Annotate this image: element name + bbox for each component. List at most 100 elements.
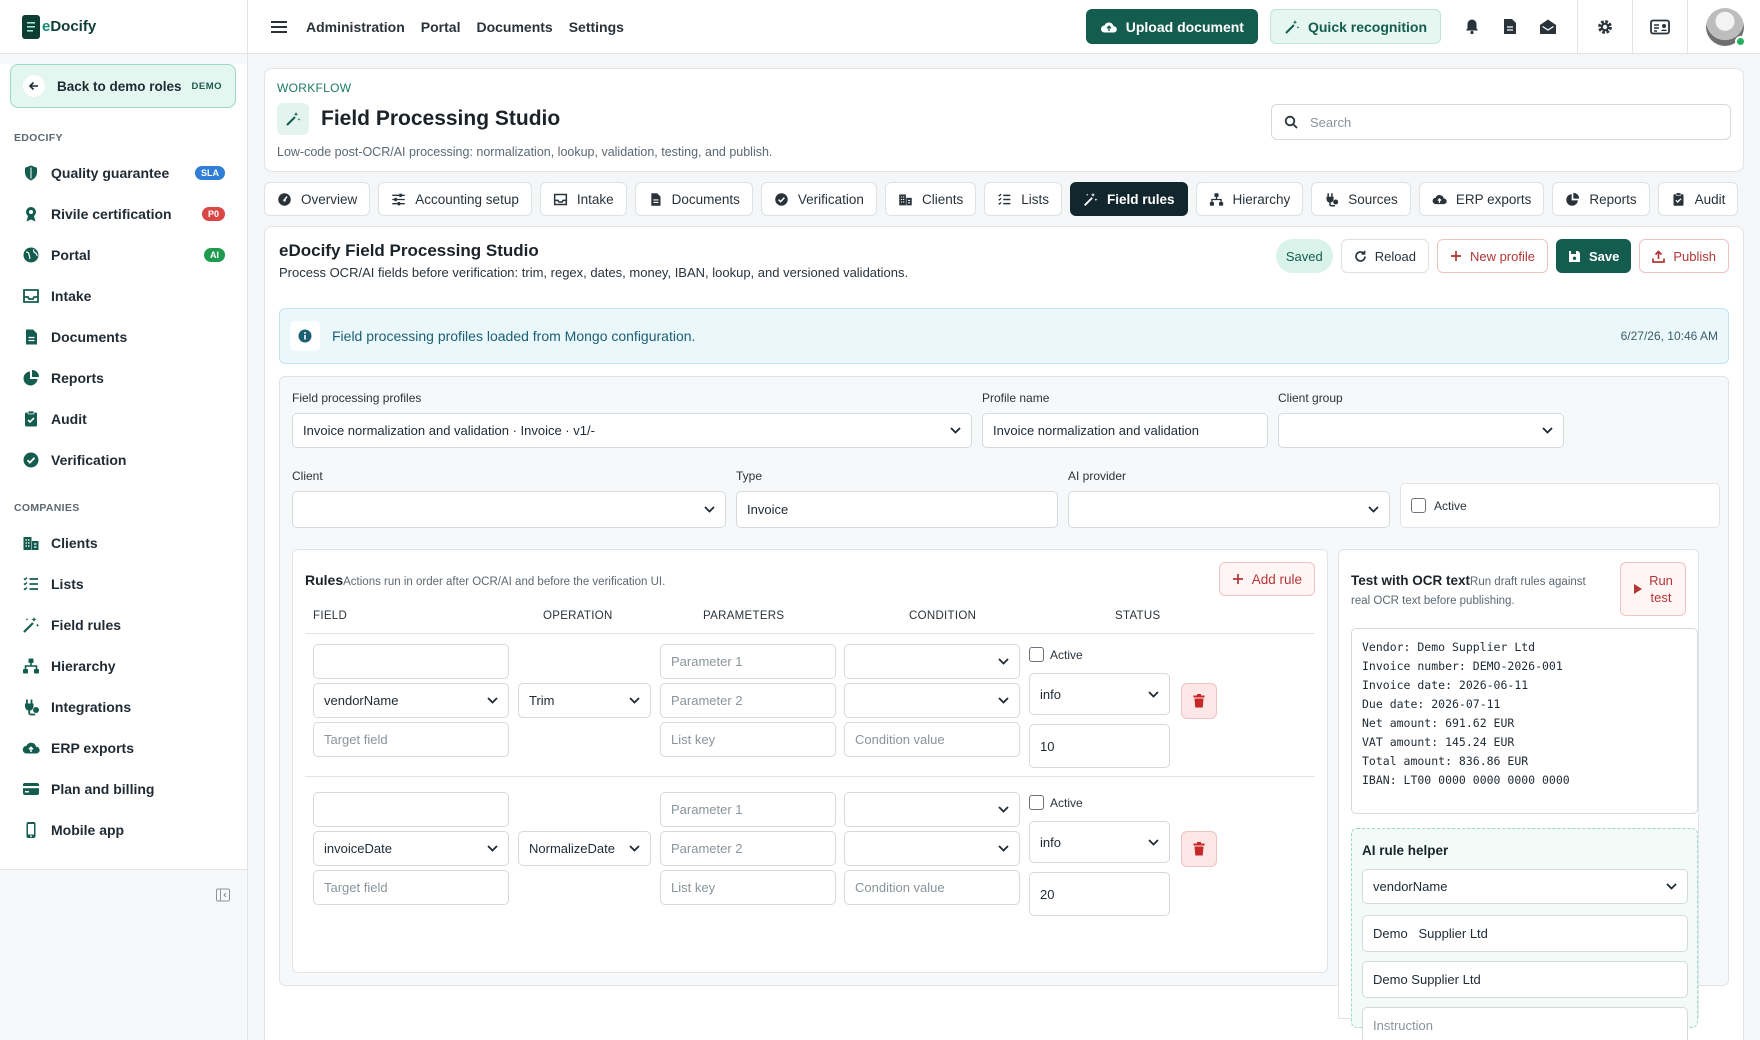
nav-settings[interactable]: Settings <box>569 19 624 35</box>
gear-icon[interactable] <box>1578 18 1632 36</box>
sidebar-item-field-rules[interactable]: Field rules <box>0 604 247 645</box>
nav-administration[interactable]: Administration <box>306 19 405 35</box>
rule-field-top-input[interactable] <box>313 644 509 679</box>
severity-select[interactable]: info <box>1029 821 1170 863</box>
condition-value-input[interactable]: Condition value <box>844 722 1020 757</box>
sidebar-item-verification[interactable]: Verification <box>0 439 247 480</box>
sidebar-item-rivile-certification[interactable]: Rivile certification P0 <box>0 193 247 234</box>
sidebar-item-audit[interactable]: Audit <box>0 398 247 439</box>
tab-hierarchy[interactable]: Hierarchy <box>1195 182 1304 216</box>
sidebar-item-documents[interactable]: Documents <box>0 316 247 357</box>
tab-lists[interactable]: Lists <box>984 182 1062 216</box>
profile-active-toggle[interactable]: Active <box>1400 483 1720 528</box>
avatar[interactable] <box>1706 7 1746 47</box>
back-to-demo-roles-button[interactable]: Back to demo roles DEMO <box>10 64 236 108</box>
tab-erp-exports[interactable]: ERP exports <box>1418 182 1545 216</box>
order-input[interactable]: 10 <box>1029 724 1170 768</box>
run-test-button[interactable]: Run test <box>1620 562 1686 616</box>
condition-operator-select[interactable] <box>844 831 1020 866</box>
upload-document-button[interactable]: Upload document <box>1085 9 1258 44</box>
condition-value-input[interactable]: Condition value <box>844 870 1020 905</box>
profiles-select[interactable]: Invoice normalization and validation · I… <box>292 413 972 448</box>
save-button[interactable]: Save <box>1555 239 1632 273</box>
mail-open-icon[interactable] <box>1529 18 1567 35</box>
id-card-icon[interactable] <box>1633 19 1687 35</box>
tab-sources[interactable]: Sources <box>1311 182 1411 216</box>
sidebar-item-quality-guarantee[interactable]: Quality guarantee SLA <box>0 152 247 193</box>
tab-overview[interactable]: Overview <box>264 182 371 216</box>
severity-select[interactable]: info <box>1029 673 1170 715</box>
helper-field-select[interactable]: vendorName <box>1362 869 1688 904</box>
list-key-input[interactable]: List key <box>660 722 836 757</box>
operation-select[interactable]: NormalizeDate <box>518 831 651 866</box>
sidebar-item-reports[interactable]: Reports <box>0 357 247 398</box>
delete-rule-button[interactable] <box>1181 683 1217 719</box>
ai-provider-select[interactable] <box>1068 491 1390 528</box>
nav-documents[interactable]: Documents <box>476 19 552 35</box>
tab-audit[interactable]: Audit <box>1657 182 1739 216</box>
sidebar-item-mobile-app[interactable]: Mobile app <box>0 809 247 850</box>
new-profile-button[interactable]: New profile <box>1436 239 1548 273</box>
condition-select[interactable] <box>844 792 1020 827</box>
delete-rule-button[interactable] <box>1181 831 1217 867</box>
operation-select[interactable]: Trim <box>518 683 651 718</box>
parameter-2-input[interactable]: Parameter 2 <box>660 683 836 718</box>
nav-portal[interactable]: Portal <box>421 19 461 35</box>
tab-clients[interactable]: Clients <box>884 182 977 216</box>
sidebar-item-erp-exports[interactable]: ERP exports <box>0 727 247 768</box>
sidebar-item-label: Plan and billing <box>51 780 155 797</box>
sidebar-item-portal[interactable]: Portal AI <box>0 234 247 275</box>
sidebar-item-lists[interactable]: Lists <box>0 563 247 604</box>
tab-intake[interactable]: Intake <box>539 182 627 216</box>
parameter-1-input[interactable]: Parameter 1 <box>660 644 836 679</box>
ocr-textarea[interactable]: Vendor: Demo Supplier Ltd Invoice number:… <box>1351 628 1698 814</box>
sidebar-item-integrations[interactable]: Integrations <box>0 686 247 727</box>
back-label: Back to demo roles <box>57 78 182 94</box>
order-input[interactable]: 20 <box>1029 872 1170 916</box>
publish-button[interactable]: Publish <box>1639 239 1729 273</box>
parameter-2-input[interactable]: Parameter 2 <box>660 831 836 866</box>
condition-operator-select[interactable] <box>844 683 1020 718</box>
menu-icon[interactable] <box>270 19 288 35</box>
sidebar-item-intake[interactable]: Intake <box>0 275 247 316</box>
rule-field-select[interactable]: invoiceDate <box>313 831 509 866</box>
publish-label: Publish <box>1673 248 1716 264</box>
active-checkbox[interactable] <box>1411 498 1426 513</box>
add-rule-button[interactable]: Add rule <box>1218 562 1315 596</box>
reload-button[interactable]: Reload <box>1340 239 1429 273</box>
profile-name-input[interactable]: Invoice normalization and validation <box>982 413 1268 448</box>
tab-accounting-setup[interactable]: Accounting setup <box>378 182 532 216</box>
rule-active-toggle[interactable]: Active <box>1029 795 1083 810</box>
search-input[interactable]: Search <box>1271 104 1731 140</box>
condition-select[interactable] <box>844 644 1020 679</box>
file-icon[interactable] <box>1491 18 1529 35</box>
helper-expected-input[interactable]: Demo Supplier Ltd <box>1362 961 1688 998</box>
client-group-select[interactable] <box>1278 413 1564 448</box>
logo-document-icon <box>22 14 40 39</box>
target-field-input[interactable]: Target field <box>313 722 509 757</box>
tab-verification[interactable]: Verification <box>760 182 877 216</box>
brand-logo[interactable]: eDocify <box>0 0 247 54</box>
rule-active-toggle[interactable]: Active <box>1029 647 1083 662</box>
rule-active-checkbox[interactable] <box>1029 795 1044 810</box>
collapse-sidebar-icon[interactable] <box>215 887 231 903</box>
type-input[interactable]: Invoice <box>736 491 1058 528</box>
sidebar-item-plan-and-billing[interactable]: Plan and billing <box>0 768 247 809</box>
bell-icon[interactable] <box>1453 18 1491 35</box>
parameter-1-input[interactable]: Parameter 1 <box>660 792 836 827</box>
list-key-input[interactable]: List key <box>660 870 836 905</box>
tab-documents[interactable]: Documents <box>634 182 753 216</box>
helper-instruction-input[interactable]: Instruction <box>1362 1007 1688 1040</box>
sidebar-item-clients[interactable]: Clients <box>0 522 247 563</box>
tab-reports[interactable]: Reports <box>1552 182 1650 216</box>
quick-recognition-button[interactable]: Quick recognition <box>1269 9 1441 44</box>
document-icon <box>22 328 40 346</box>
rule-field-select[interactable]: vendorName <box>313 683 509 718</box>
rule-active-checkbox[interactable] <box>1029 647 1044 662</box>
sidebar-item-hierarchy[interactable]: Hierarchy <box>0 645 247 686</box>
helper-input[interactable]: Demo Supplier Ltd <box>1362 915 1688 952</box>
target-field-input[interactable]: Target field <box>313 870 509 905</box>
client-select[interactable] <box>292 491 726 528</box>
tab-field-rules[interactable]: Field rules <box>1069 182 1188 216</box>
rule-field-top-input[interactable] <box>313 792 509 827</box>
